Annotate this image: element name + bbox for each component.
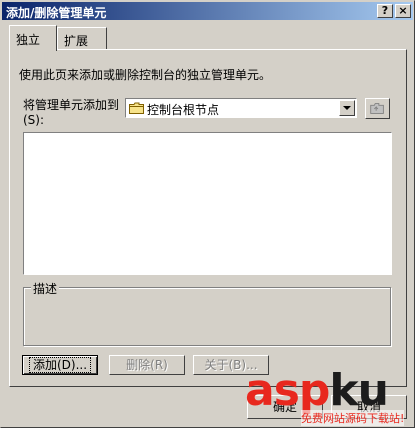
page-description: 使用此页来添加或删除控制台的独立管理单元。	[19, 68, 272, 82]
watermark-logo: aspku 免费网站源码下载站!	[245, 367, 415, 427]
snapin-list[interactable]	[23, 132, 392, 275]
watermark-brand: aspku	[245, 365, 389, 416]
tab-extensions[interactable]: 扩展	[57, 27, 107, 49]
remove-button[interactable]: 删除(R)	[109, 355, 185, 375]
description-group	[23, 287, 391, 346]
folder-icon	[129, 102, 144, 114]
watermark-brand-a: asp	[245, 365, 330, 416]
tab-standalone[interactable]: 独立	[9, 25, 57, 51]
watermark-brand-b: ku	[329, 365, 389, 416]
up-folder-icon	[370, 103, 384, 114]
add-to-label: 将管理单元添加到(S):	[23, 98, 120, 127]
tab-extensions-label: 扩展	[64, 34, 89, 48]
browse-folder-button[interactable]	[365, 98, 390, 119]
tab-standalone-label: 独立	[16, 33, 41, 47]
help-button[interactable]: ?	[377, 4, 393, 18]
window-title: 添加/删除管理单元	[6, 6, 107, 20]
description-group-label: 描述	[31, 280, 60, 297]
dialog-window: 添加/删除管理单元 ? × 独立 扩展 使用此页来添加或删除控制台的独立管理单元…	[0, 0, 415, 428]
watermark-tagline: 免费网站源码下载站!	[301, 410, 405, 426]
close-button[interactable]: ×	[395, 4, 411, 18]
add-button-label: 添加(D)...	[28, 357, 92, 373]
add-to-combobox[interactable]: 控制台根节点	[125, 98, 357, 118]
add-button[interactable]: 添加(D)...	[22, 355, 98, 375]
title-bar[interactable]: 添加/删除管理单元 ? ×	[2, 2, 413, 20]
combo-value: 控制台根节点	[147, 103, 220, 117]
chevron-down-icon[interactable]	[339, 100, 355, 116]
